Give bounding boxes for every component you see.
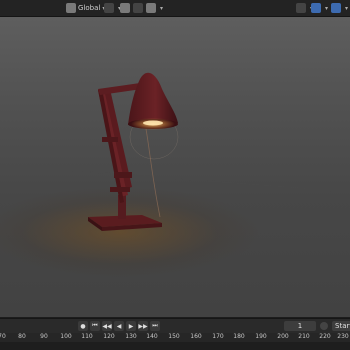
eye-icon [296,3,306,13]
chevron-down-icon: ▾ [160,4,164,12]
timeline-footer [0,342,350,350]
chevron-down-icon: ▾ [345,4,349,12]
proportional-editing-toggle[interactable]: ▾ [146,2,163,14]
ruler-tick: 80 [18,333,26,340]
ruler-tick: 200 [277,333,289,340]
next-keyframe-icon[interactable]: ▶▶ [138,321,148,331]
pivot-icon [104,3,114,13]
ruler-tick: 120 [103,333,115,340]
ruler-tick: 160 [190,333,202,340]
orientation-icon [66,3,76,13]
jump-start-icon[interactable]: ⏮ [90,321,100,331]
ruler-tick: 140 [146,333,158,340]
timeline-header: ● ⏮ ◀◀ ◀ ▶ ▶▶ ⏭ 1 Start [0,318,350,333]
transform-orientation-dropdown[interactable]: Global ▾ [66,2,105,14]
ruler-tick: 220 [319,333,331,340]
play-icon[interactable]: ▶ [126,321,136,331]
record-button[interactable]: ● [78,321,88,331]
bulb [143,120,163,126]
chevron-down-icon: ▾ [325,4,329,12]
gizmo-toggle[interactable]: ▾ [311,2,328,14]
playback-controls: ● ⏮ ◀◀ ◀ ▶ ▶▶ ⏭ [78,321,160,331]
snap-target-icon [133,3,143,13]
jump-end-icon[interactable]: ⏭ [150,321,160,331]
ruler-tick: 190 [255,333,267,340]
lamp-cable [145,128,161,218]
ruler-tick: 210 [298,333,310,340]
start-frame-field[interactable]: Start [332,321,350,331]
ruler-tick: 180 [233,333,245,340]
pivot-point-dropdown[interactable]: ▾ [104,2,121,14]
snap-toggle[interactable] [120,2,132,14]
lamp-render [0,72,350,231]
transform-orientation-label: Global [78,4,101,12]
gizmo-icon [311,3,321,13]
viewport-header: Global ▾ ▾ ▾ ▾ ▾ ▾ ▾ [0,0,350,17]
ruler-tick: 230 [337,333,349,340]
frame-ruler[interactable]: 70 80 90 100 110 120 130 140 150 160 170… [0,333,350,342]
ruler-tick: 70 [0,333,6,340]
ruler-tick: 150 [168,333,180,340]
ruler-tick: 130 [125,333,137,340]
ruler-tick: 100 [60,333,72,340]
overlay-icon [331,3,341,13]
play-reverse-icon[interactable]: ◀ [114,321,124,331]
3d-viewport[interactable] [0,17,350,317]
ruler-tick: 170 [212,333,224,340]
ruler-tick: 110 [81,333,93,340]
ruler-tick: 90 [40,333,48,340]
clock-icon[interactable] [320,322,328,330]
proportional-editing-icon [146,3,156,13]
snap-icon [120,3,130,13]
overlay-toggle[interactable]: ▾ [331,2,348,14]
current-frame-field[interactable]: 1 [284,321,316,331]
prev-keyframe-icon[interactable]: ◀◀ [102,321,112,331]
